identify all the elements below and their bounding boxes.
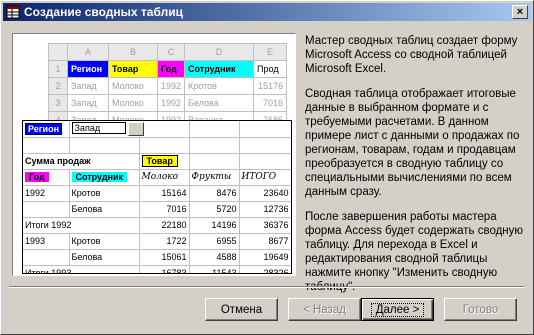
col-item: Фрукты	[189, 169, 240, 186]
page-value: Запад	[71, 122, 126, 135]
row-year: 1993	[23, 233, 70, 250]
sheet-cell: Регион	[67, 60, 109, 78]
sheet-cell: 1992	[156, 77, 186, 95]
app-icon	[6, 5, 20, 19]
row-number: 3	[48, 94, 68, 112]
back-button-label: < Назад	[303, 303, 346, 316]
value-cell: 6955	[189, 233, 240, 250]
back-button[interactable]: < Назад	[288, 298, 361, 321]
sheet-cell: Товар	[108, 60, 158, 78]
sheet-cell: Прод	[253, 60, 288, 78]
sheet-cell: Молоко	[108, 77, 158, 95]
value-cell: 12736	[239, 201, 291, 218]
wizard-window: Создание сводных таблиц × A B C D E 1 Ре…	[0, 0, 534, 335]
next-button[interactable]: Далее >	[361, 298, 434, 321]
empty-cell	[239, 153, 291, 170]
window-title: Создание сводных таблиц	[24, 5, 183, 19]
column-letter: E	[253, 43, 288, 61]
value-cell: 28326	[239, 265, 291, 273]
value-cell: 16783	[139, 265, 190, 273]
empty-cell	[69, 137, 140, 154]
row-subtotal: Итоги 1993	[23, 265, 140, 273]
pivot-illustration: A B C D E 1 Регион Товар Год Сотрудник П…	[12, 33, 296, 276]
finish-button-label: Готово	[462, 303, 499, 316]
value-cell: 1722	[139, 233, 190, 250]
col-field-cell: Товар	[139, 153, 190, 170]
empty-cell	[139, 137, 190, 154]
row-field-cell: Год	[23, 169, 70, 186]
empty-cell	[239, 137, 291, 154]
data-field: Сумма продаж	[23, 153, 140, 170]
empty-cell	[239, 121, 291, 138]
row-field-year: Год	[25, 172, 49, 182]
row-employee: Кротов	[69, 185, 140, 202]
sheet-cell: Белова	[184, 94, 255, 112]
value-cell: 22180	[139, 217, 190, 234]
col-field: Товар	[141, 155, 178, 167]
value-cell: 15164	[139, 185, 190, 202]
description-paragraph: Мастер сводных таблиц создает форму Micr…	[305, 35, 518, 75]
cancel-button-label: Отмена	[220, 303, 263, 316]
empty-cell	[189, 153, 240, 170]
close-icon: ×	[516, 5, 524, 18]
finish-button[interactable]: Готово	[444, 298, 517, 321]
row-number: 2	[48, 77, 68, 95]
value-cell: 8476	[189, 185, 240, 202]
row-employee: Белова	[69, 201, 140, 218]
sheet-cell: Запад	[67, 77, 109, 95]
sheet-cell: Запад	[67, 94, 109, 112]
description: Мастер сводных таблиц создает форму Micr…	[305, 34, 525, 305]
sheet-cell: Кротов	[184, 77, 255, 95]
row-year	[23, 249, 70, 266]
pivot-table: Регион Запад Сумма продаж Товар Год Сотр…	[22, 120, 292, 274]
empty-cell	[189, 121, 240, 138]
title-bar: Создание сводных таблиц ×	[3, 3, 531, 21]
page-field: Регион	[25, 122, 62, 135]
cancel-button[interactable]: Отмена	[205, 298, 278, 321]
sheet-cell: 15176	[253, 77, 288, 95]
sheet-cell: 7016	[253, 94, 288, 112]
sheet-cell: Молоко	[108, 94, 158, 112]
dropdown-button	[127, 121, 144, 136]
row-employee: Кротов	[69, 233, 140, 250]
sheet-cell: 1992	[156, 94, 186, 112]
column-letter: B	[108, 43, 158, 61]
value-cell: 7016	[139, 201, 190, 218]
next-button-label: Далее >	[370, 302, 425, 317]
page-field-cell: Регион	[23, 121, 70, 138]
value-cell: 14196	[189, 217, 240, 234]
description-paragraph: После завершения работы мастера форма Ac…	[305, 211, 524, 293]
empty-cell	[189, 137, 240, 154]
description-paragraph: Сводная таблица отображает итоговые данн…	[305, 88, 520, 198]
separator	[9, 286, 525, 288]
value-cell: 19649	[239, 249, 291, 266]
row-number: 1	[48, 60, 68, 78]
source-sheet: A B C D E 1 Регион Товар Год Сотрудник П…	[48, 43, 288, 129]
col-item: Молоко	[139, 169, 190, 186]
value-cell: 5720	[189, 201, 240, 218]
row-year	[23, 201, 70, 218]
value-cell: 23640	[239, 185, 291, 202]
page-value-cell: Запад	[69, 121, 190, 138]
value-cell: 4588	[189, 249, 240, 266]
sheet-cell: Сотрудник	[184, 60, 255, 78]
col-item: ИТОГО	[239, 169, 291, 186]
column-letter: A	[67, 43, 109, 61]
close-button[interactable]: ×	[512, 5, 528, 19]
row-employee: Белова	[69, 249, 140, 266]
row-field-cell: Сотрудник	[69, 169, 140, 186]
value-cell: 8677	[239, 233, 291, 250]
corner-cell	[48, 43, 68, 61]
value-cell: 11543	[189, 265, 240, 273]
row-subtotal: Итоги 1992	[23, 217, 140, 234]
sheet-cell: Год	[156, 60, 186, 78]
empty-cell	[23, 137, 70, 154]
value-cell: 36376	[239, 217, 291, 234]
column-letter: C	[156, 43, 186, 61]
row-year: 1992	[23, 185, 70, 202]
row-field-employee: Сотрудник	[71, 172, 128, 182]
value-cell: 15061	[139, 249, 190, 266]
column-letter: D	[184, 43, 255, 61]
